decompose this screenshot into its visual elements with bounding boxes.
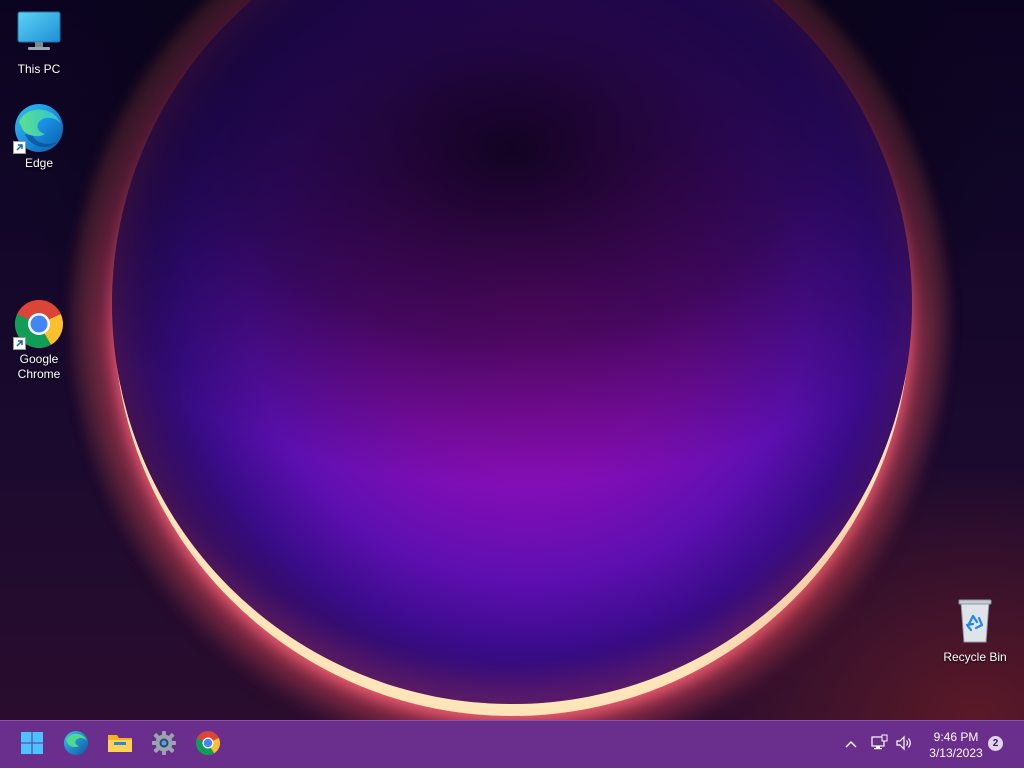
desktop-icon-edge[interactable]: Edge [1,102,77,171]
chrome-icon [195,730,221,761]
clock-button[interactable]: 9:46 PM 3/13/2023 [918,729,994,761]
chevron-up-icon [844,736,858,754]
network-status-button[interactable] [866,721,892,769]
shortcut-arrow-icon [13,141,26,154]
edge-icon [13,102,65,154]
desktop-icon-this-pc[interactable]: This PC [1,8,77,77]
desktop-icon-label: This PC [17,62,61,76]
edge-icon [63,730,89,761]
monitor-icon [13,8,65,60]
desktop-icon-label: Recycle Bin [943,650,1007,664]
folder-icon [107,731,133,760]
volume-icon [895,734,913,757]
desktop-icon-google-chrome[interactable]: Google Chrome [1,298,77,382]
wallpaper-warm-corner [684,460,1024,720]
start-button[interactable] [14,727,50,763]
shortcut-arrow-icon [13,337,26,350]
windows-start-icon [20,731,44,760]
desktop-icon-label: Google Chrome [17,352,61,381]
gear-icon [151,730,177,761]
recycle-bin-icon [949,596,1001,648]
taskbar-edge-button[interactable] [58,727,94,763]
show-hidden-icons-button[interactable] [840,721,862,769]
clock-date: 3/13/2023 [929,746,983,760]
network-icon [870,734,888,757]
taskbar-file-explorer-button[interactable] [102,727,138,763]
desktop-icon-recycle-bin[interactable]: Recycle Bin [937,596,1013,665]
taskbar-chrome-button[interactable] [190,727,226,763]
taskbar-settings-button[interactable] [146,727,182,763]
notification-count-badge[interactable]: 2 [988,736,1003,751]
desktop-icon-label: Edge [24,156,54,170]
volume-button[interactable] [892,721,916,769]
taskbar: 9:46 PM 3/13/2023 [0,720,1024,768]
chrome-icon [13,298,65,350]
desktop-wallpaper: This PC Edge Google Chrome Recycle Bin [0,0,1024,720]
clock-time: 9:46 PM [933,730,979,744]
